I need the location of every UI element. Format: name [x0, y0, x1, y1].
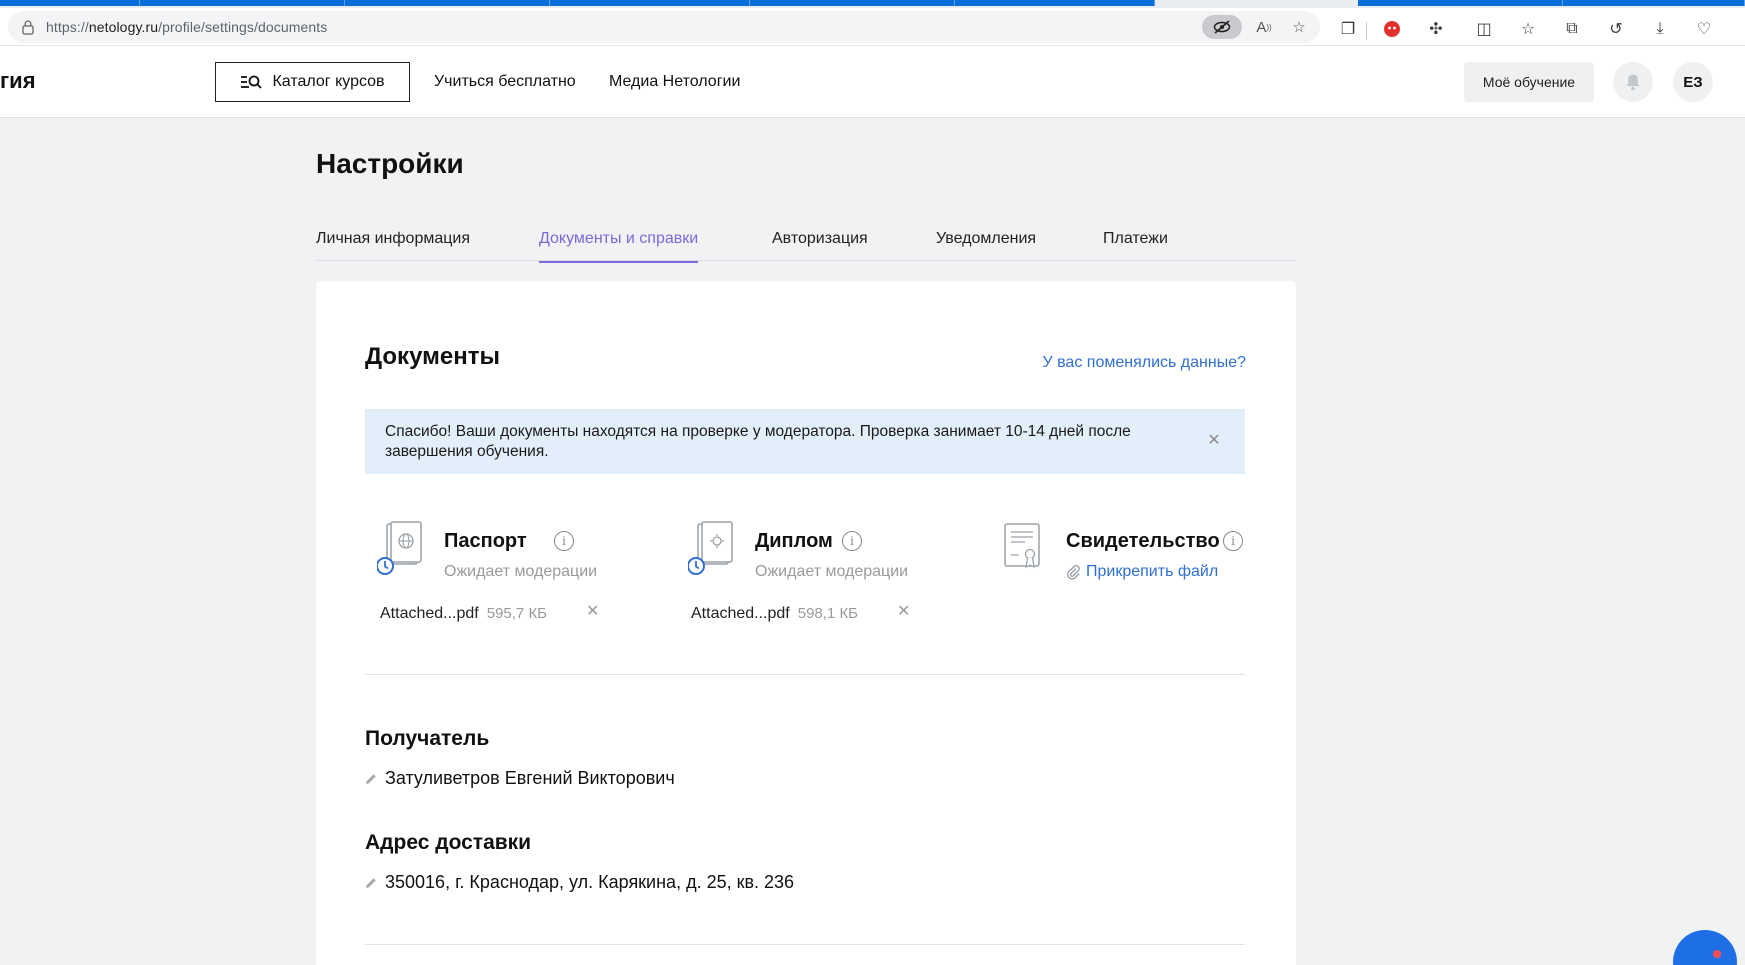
history-icon[interactable]: ↺ [1606, 19, 1626, 39]
tab-payments[interactable]: Платежи [1103, 230, 1168, 261]
favorite-star-icon[interactable]: ☆ [1288, 16, 1310, 38]
paperclip-icon [1067, 564, 1080, 580]
attached-file[interactable]: Attached...pdf 598,1 КБ [691, 605, 858, 623]
recipient-name: Затуливетров Евгений Викторович [385, 768, 675, 788]
document-certificate: Свидетельство i Прикрепить файл [987, 521, 1247, 641]
nav-media[interactable]: Медиа Нетологии [609, 73, 740, 91]
info-icon[interactable]: i [842, 531, 862, 551]
tab-notifications[interactable]: Уведомления [936, 230, 1036, 261]
favorites-icon[interactable]: ☆ [1518, 19, 1538, 39]
section-divider [365, 944, 1245, 945]
tab-authorization[interactable]: Авторизация [772, 230, 868, 261]
passport-document-icon [377, 521, 422, 575]
lock-icon [22, 20, 34, 35]
bell-icon [1626, 74, 1640, 91]
user-avatar[interactable]: ЕЗ [1673, 62, 1713, 102]
delivery-address: 350016, г. Краснодар, ул. Карякина, д. 2… [385, 872, 795, 892]
remove-file-icon[interactable]: ✕ [897, 601, 910, 621]
section-divider [365, 674, 1245, 675]
browser-tab[interactable] [140, 0, 345, 6]
tracking-prevention-button[interactable] [1202, 15, 1242, 39]
browser-address-bar: https://netology.ru/profile/settings/doc… [0, 8, 1745, 46]
page-title: Настройки [316, 148, 464, 179]
certificate-document-icon [1004, 523, 1040, 569]
data-changed-link[interactable]: У вас поменялись данные? [1043, 354, 1247, 372]
browser-essentials-icon[interactable]: ♡ [1694, 19, 1714, 39]
info-icon[interactable]: i [1223, 531, 1243, 551]
pencil-icon[interactable] [365, 773, 377, 785]
document-status: Ожидает модерации [755, 563, 909, 580]
catalog-search-icon [241, 75, 263, 89]
file-size: 595,7 КБ [486, 605, 548, 622]
document-passport: Паспорт i Ожидает модерации Attached...p… [365, 521, 665, 641]
browser-tab[interactable] [345, 0, 550, 6]
read-aloud-icon[interactable]: A)) [1253, 16, 1275, 38]
tab-personal-info[interactable]: Личная информация [316, 230, 470, 261]
notice-text: Спасибо! Ваши документы находятся на про… [385, 423, 1131, 460]
url-prefix: https:// [46, 19, 89, 35]
browser-tab[interactable] [750, 0, 955, 6]
url-text: https://netology.ru/profile/settings/doc… [46, 19, 327, 35]
site-header: гия Каталог курсов Учиться бесплатно Мед… [0, 46, 1745, 118]
eye-off-icon [1213, 20, 1231, 34]
browser-tab[interactable] [550, 0, 750, 6]
delivery-title: Адрес доставки [365, 831, 532, 854]
attached-file[interactable]: Attached...pdf 595,7 КБ [380, 605, 547, 623]
nav-learn-free[interactable]: Учиться бесплатно [434, 73, 576, 91]
my-learning-button[interactable]: Моё обучение [1464, 62, 1594, 102]
remove-file-icon[interactable]: ✕ [586, 601, 599, 621]
attach-file-label: Прикрепить файл [1086, 563, 1219, 580]
document-status: Ожидает модерации [444, 563, 598, 580]
browser-tab[interactable] [0, 0, 140, 6]
collections-icon[interactable]: ⧉ [1562, 19, 1582, 39]
url-path: /profile/settings/documents [158, 19, 328, 35]
documents-title: Документы [365, 343, 500, 370]
document-name: Паспорт [444, 530, 527, 552]
extension-red-icon[interactable] [1382, 19, 1402, 39]
downloads-icon[interactable]: ⤓ [1650, 19, 1670, 39]
course-catalog-label: Каталог курсов [272, 73, 385, 90]
moderation-notice: Спасибо! Ваши документы находятся на про… [365, 409, 1245, 474]
url-field[interactable]: https://netology.ru/profile/settings/doc… [8, 11, 1320, 43]
browser-tab-strip [0, 0, 1745, 8]
chat-support-button[interactable] [1673, 930, 1737, 965]
delivery-value[interactable]: 350016, г. Краснодар, ул. Карякина, д. 2… [365, 872, 794, 893]
document-name: Свидетельство [1066, 530, 1220, 552]
split-screen-icon[interactable]: ◫ [1474, 19, 1494, 39]
settings-tabs: Личная информация Документы и справки Ав… [316, 228, 1296, 263]
site-logo[interactable]: гия [0, 68, 36, 94]
workspaces-icon[interactable]: ❐ [1338, 19, 1358, 39]
recipient-title: Получатель [365, 727, 490, 750]
file-size: 598,1 КБ [797, 605, 859, 622]
toolbar-separator [1366, 22, 1367, 40]
diploma-document-icon [688, 521, 733, 575]
browser-tab[interactable] [955, 0, 1155, 6]
tab-documents[interactable]: Документы и справки [539, 230, 699, 263]
document-name: Диплом [755, 530, 833, 552]
browser-tab[interactable] [1563, 0, 1745, 6]
browser-tab[interactable] [1358, 0, 1563, 6]
notifications-button[interactable] [1613, 62, 1653, 102]
notice-close-icon[interactable]: ✕ [1205, 431, 1223, 449]
recipient-value[interactable]: Затуливетров Евгений Викторович [365, 768, 675, 789]
course-catalog-button[interactable]: Каталог курсов [215, 62, 410, 102]
file-name: Attached...pdf [691, 605, 790, 622]
pencil-icon[interactable] [365, 877, 377, 889]
document-diploma: Диплом i Ожидает модерации Attached...pd… [676, 521, 976, 641]
attach-file-link[interactable]: Прикрепить файл [1066, 563, 1218, 581]
url-domain: netology.ru [88, 19, 159, 35]
info-icon[interactable]: i [554, 531, 574, 551]
extensions-puzzle-icon[interactable]: ✣ [1426, 19, 1446, 39]
file-name: Attached...pdf [380, 605, 479, 622]
documents-card: Документы У вас поменялись данные? Спаси… [316, 281, 1296, 965]
chat-unread-dot [1713, 950, 1721, 958]
